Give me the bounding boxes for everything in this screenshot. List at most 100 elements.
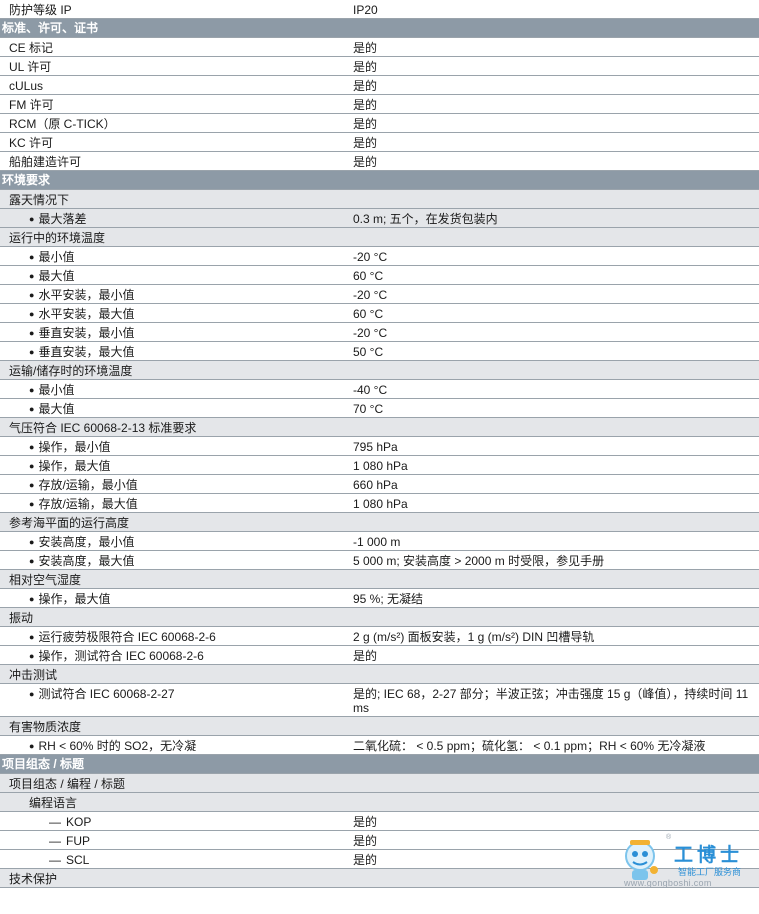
group-title: 运输/储存时的环境温度 bbox=[0, 360, 759, 380]
spec-key: ● 最小值 bbox=[0, 246, 345, 266]
section-header-environment: 环境要求 bbox=[0, 170, 759, 190]
dash-icon: — bbox=[49, 853, 61, 867]
bullet-icon: ● bbox=[29, 271, 35, 281]
bullet-icon: ● bbox=[29, 651, 35, 661]
spec-key: ● 存放/运输，最大值 bbox=[0, 493, 345, 513]
spec-row-shock-test: ● 测试符合 IEC 60068-2-27 是的; IEC 68，2-27 部分；… bbox=[0, 683, 759, 717]
bullet-icon: ● bbox=[29, 594, 35, 604]
spec-value: 是的 bbox=[345, 645, 759, 665]
spec-value: 是的 bbox=[345, 94, 759, 114]
section-header-standards: 标准、许可、证书 bbox=[0, 18, 759, 38]
spec-key: ● 操作，最大值 bbox=[0, 455, 345, 475]
spec-row-horiz-max: ● 水平安装，最大值 60 °C bbox=[0, 303, 759, 323]
spec-key-text: 安装高度，最大值 bbox=[38, 554, 135, 568]
spec-value: -40 °C bbox=[345, 379, 759, 399]
spec-key-text: FUP bbox=[66, 834, 90, 848]
spec-key-text: 存放/运输，最大值 bbox=[38, 497, 138, 511]
bullet-icon: ● bbox=[29, 328, 35, 338]
bullet-icon: ● bbox=[29, 461, 35, 471]
group-header-pollutants: 有害物质浓度 bbox=[0, 716, 759, 736]
group-header-pressure: 气压符合 IEC 60068-2-13 标准要求 bbox=[0, 417, 759, 437]
group-header-op-temp: 运行中的环境温度 bbox=[0, 227, 759, 247]
spec-value: 795 hPa bbox=[345, 436, 759, 456]
spec-value: 2 g (m/s²) 面板安装，1 g (m/s²) DIN 凹槽导轨 bbox=[345, 626, 759, 646]
bullet-icon: ● bbox=[29, 556, 35, 566]
spec-key: — FUP bbox=[0, 830, 345, 850]
spec-key-text: SCL bbox=[66, 853, 90, 867]
spec-key: ● 操作，测试符合 IEC 60068-2-6 bbox=[0, 645, 345, 665]
bullet-icon: ● bbox=[29, 537, 35, 547]
spec-key-text: 最小值 bbox=[38, 250, 75, 264]
group-title: 技术保护 bbox=[0, 868, 759, 888]
group-header-altitude: 参考海平面的运行高度 bbox=[0, 512, 759, 532]
bullet-icon: ● bbox=[29, 309, 35, 319]
spec-key-text: KOP bbox=[66, 815, 92, 829]
spec-row-op-temp-min: ● 最小值 -20 °C bbox=[0, 246, 759, 266]
spec-key-text: RH < 60% 时的 SO2，无冷凝 bbox=[38, 739, 197, 753]
spec-row-fup: — FUP 是的 bbox=[0, 830, 759, 850]
spec-key: ● 最大值 bbox=[0, 265, 345, 285]
spec-key: ● RH < 60% 时的 SO2，无冷凝 bbox=[0, 735, 345, 755]
spec-value: 5 000 m; 安装高度 > 2000 m 时受限，参见手册 bbox=[345, 550, 759, 570]
spec-table: 防护等级 IP IP20 标准、许可、证书 CE 标记 是的 UL 许可 是的 … bbox=[0, 0, 759, 888]
spec-row-op-temp-max: ● 最大值 60 °C bbox=[0, 265, 759, 285]
spec-key: ● 垂直安装，最大值 bbox=[0, 341, 345, 361]
group-header-vibration: 振动 bbox=[0, 607, 759, 627]
spec-key-text: 操作，测试符合 IEC 60068-2-6 bbox=[38, 649, 204, 663]
spec-key: ● 安装高度，最小值 bbox=[0, 531, 345, 551]
spec-value: 660 hPa bbox=[345, 474, 759, 494]
group-header-shock: 冲击测试 bbox=[0, 664, 759, 684]
spec-value: 60 °C bbox=[345, 303, 759, 323]
group-title: 振动 bbox=[0, 607, 759, 627]
spec-value: IP20 bbox=[345, 0, 759, 19]
spec-row-kop: — KOP 是的 bbox=[0, 811, 759, 831]
spec-row-humidity-max: ● 操作，最大值 95 %; 无凝结 bbox=[0, 588, 759, 608]
spec-row-vibration-fatigue: ● 运行疲劳极限符合 IEC 60068-2-6 2 g (m/s²) 面板安装，… bbox=[0, 626, 759, 646]
spec-key-text: 测试符合 IEC 60068-2-27 bbox=[38, 687, 175, 701]
spec-key: — KOP bbox=[0, 811, 345, 831]
bullet-icon: ● bbox=[29, 214, 35, 224]
spec-value: -1 000 m bbox=[345, 531, 759, 551]
group-header-languages: 编程语言 bbox=[0, 792, 759, 812]
spec-value: 1 080 hPa bbox=[345, 455, 759, 475]
spec-row-ship: 船舶建造许可 是的 bbox=[0, 151, 759, 171]
bullet-icon: ● bbox=[29, 404, 35, 414]
spec-value: 是的 bbox=[345, 75, 759, 95]
spec-key: ● 最小值 bbox=[0, 379, 345, 399]
spec-key: ● 安装高度，最大值 bbox=[0, 550, 345, 570]
spec-row-storage-min: ● 最小值 -40 °C bbox=[0, 379, 759, 399]
spec-key-text: 水平安装，最大值 bbox=[38, 307, 135, 321]
spec-value: 是的 bbox=[345, 830, 759, 850]
spec-key: ● 存放/运输，最小值 bbox=[0, 474, 345, 494]
group-header-programming: 项目组态 / 编程 / 标题 bbox=[0, 773, 759, 793]
spec-key: cULus bbox=[0, 75, 345, 95]
group-title: 相对空气湿度 bbox=[0, 569, 759, 589]
group-title: 冲击测试 bbox=[0, 664, 759, 684]
spec-row-so2: ● RH < 60% 时的 SO2，无冷凝 二氧化硫： < 0.5 ppm；硫化氢… bbox=[0, 735, 759, 755]
group-header-storage-temp: 运输/储存时的环境温度 bbox=[0, 360, 759, 380]
spec-key: ● 水平安装，最大值 bbox=[0, 303, 345, 323]
spec-row-ip-rating: 防护等级 IP IP20 bbox=[0, 0, 759, 19]
spec-key: KC 许可 bbox=[0, 132, 345, 152]
spec-value: 是的; IEC 68，2-27 部分；半波正弦；冲击强度 15 g（峰值），持续… bbox=[345, 683, 759, 717]
group-title: 气压符合 IEC 60068-2-13 标准要求 bbox=[0, 417, 759, 437]
spec-key-text: 存放/运输，最小值 bbox=[38, 478, 138, 492]
spec-value: 二氧化硫： < 0.5 ppm；硫化氢： < 0.1 ppm；RH < 60% … bbox=[345, 735, 759, 755]
spec-row-rcm: RCM（原 C-TICK） 是的 bbox=[0, 113, 759, 133]
spec-key: ● 最大值 bbox=[0, 398, 345, 418]
bullet-icon: ● bbox=[29, 499, 35, 509]
spec-value: 1 080 hPa bbox=[345, 493, 759, 513]
spec-value: 是的 bbox=[345, 151, 759, 171]
bullet-icon: ● bbox=[29, 290, 35, 300]
group-title: 项目组态 / 编程 / 标题 bbox=[0, 773, 759, 793]
group-title: 编程语言 bbox=[0, 792, 759, 812]
spec-value: 95 %; 无凝结 bbox=[345, 588, 759, 608]
spec-row-kc: KC 许可 是的 bbox=[0, 132, 759, 152]
spec-value: 50 °C bbox=[345, 341, 759, 361]
spec-row-ul: UL 许可 是的 bbox=[0, 56, 759, 76]
spec-row-max-drop: ● 最大落差 0.3 m; 五个，在发货包装内 bbox=[0, 208, 759, 228]
spec-value: -20 °C bbox=[345, 246, 759, 266]
spec-row-vert-max: ● 垂直安装，最大值 50 °C bbox=[0, 341, 759, 361]
spec-key-text: 最大落差 bbox=[38, 212, 87, 226]
spec-row-vibration-test: ● 操作，测试符合 IEC 60068-2-6 是的 bbox=[0, 645, 759, 665]
